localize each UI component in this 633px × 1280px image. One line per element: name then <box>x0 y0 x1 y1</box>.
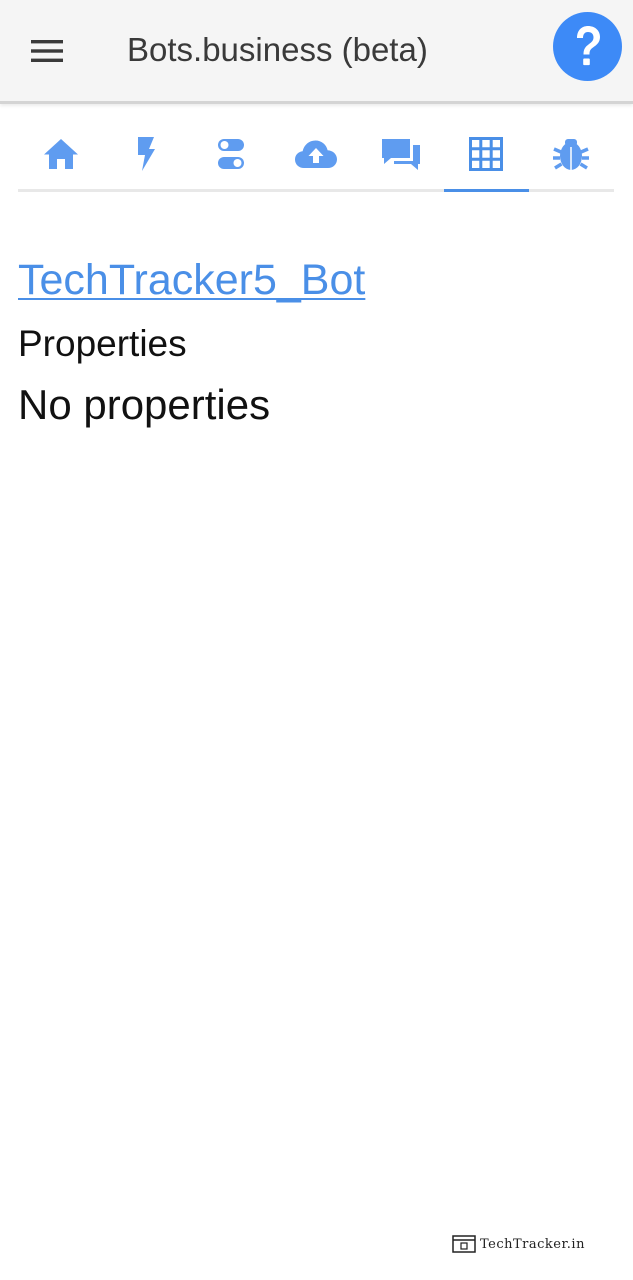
page-title: Properties <box>18 323 187 364</box>
tab-chats[interactable] <box>359 118 444 189</box>
tab-errors[interactable] <box>529 118 614 189</box>
app-bar: Bots.business (beta) <box>0 0 633 104</box>
bug-icon <box>553 138 590 170</box>
browser-window-icon <box>452 1235 476 1253</box>
lightning-bolt-icon <box>137 136 155 171</box>
question-mark-icon <box>576 25 600 65</box>
bot-name-link[interactable]: TechTracker5_Bot <box>18 252 365 308</box>
app-title: Bots.business (beta) <box>127 31 428 68</box>
tab-settings[interactable] <box>188 118 273 189</box>
grid-table-icon <box>469 136 504 171</box>
chat-bubbles-icon <box>382 138 421 170</box>
tab-home[interactable] <box>18 118 103 189</box>
help-button[interactable] <box>553 12 622 81</box>
tab-upload[interactable] <box>273 118 358 189</box>
tab-bar <box>18 118 614 192</box>
cloud-upload-icon <box>294 140 337 168</box>
toggle-settings-icon <box>217 138 244 169</box>
home-icon <box>43 138 78 169</box>
watermark: TechTracker.in <box>452 1234 585 1254</box>
tab-commands[interactable] <box>103 118 188 189</box>
menu-button[interactable] <box>22 26 72 76</box>
tab-properties[interactable] <box>443 118 529 192</box>
empty-state-message: No properties <box>18 381 271 428</box>
hamburger-menu-icon <box>31 40 63 62</box>
watermark-text: TechTracker.in <box>480 1236 585 1252</box>
